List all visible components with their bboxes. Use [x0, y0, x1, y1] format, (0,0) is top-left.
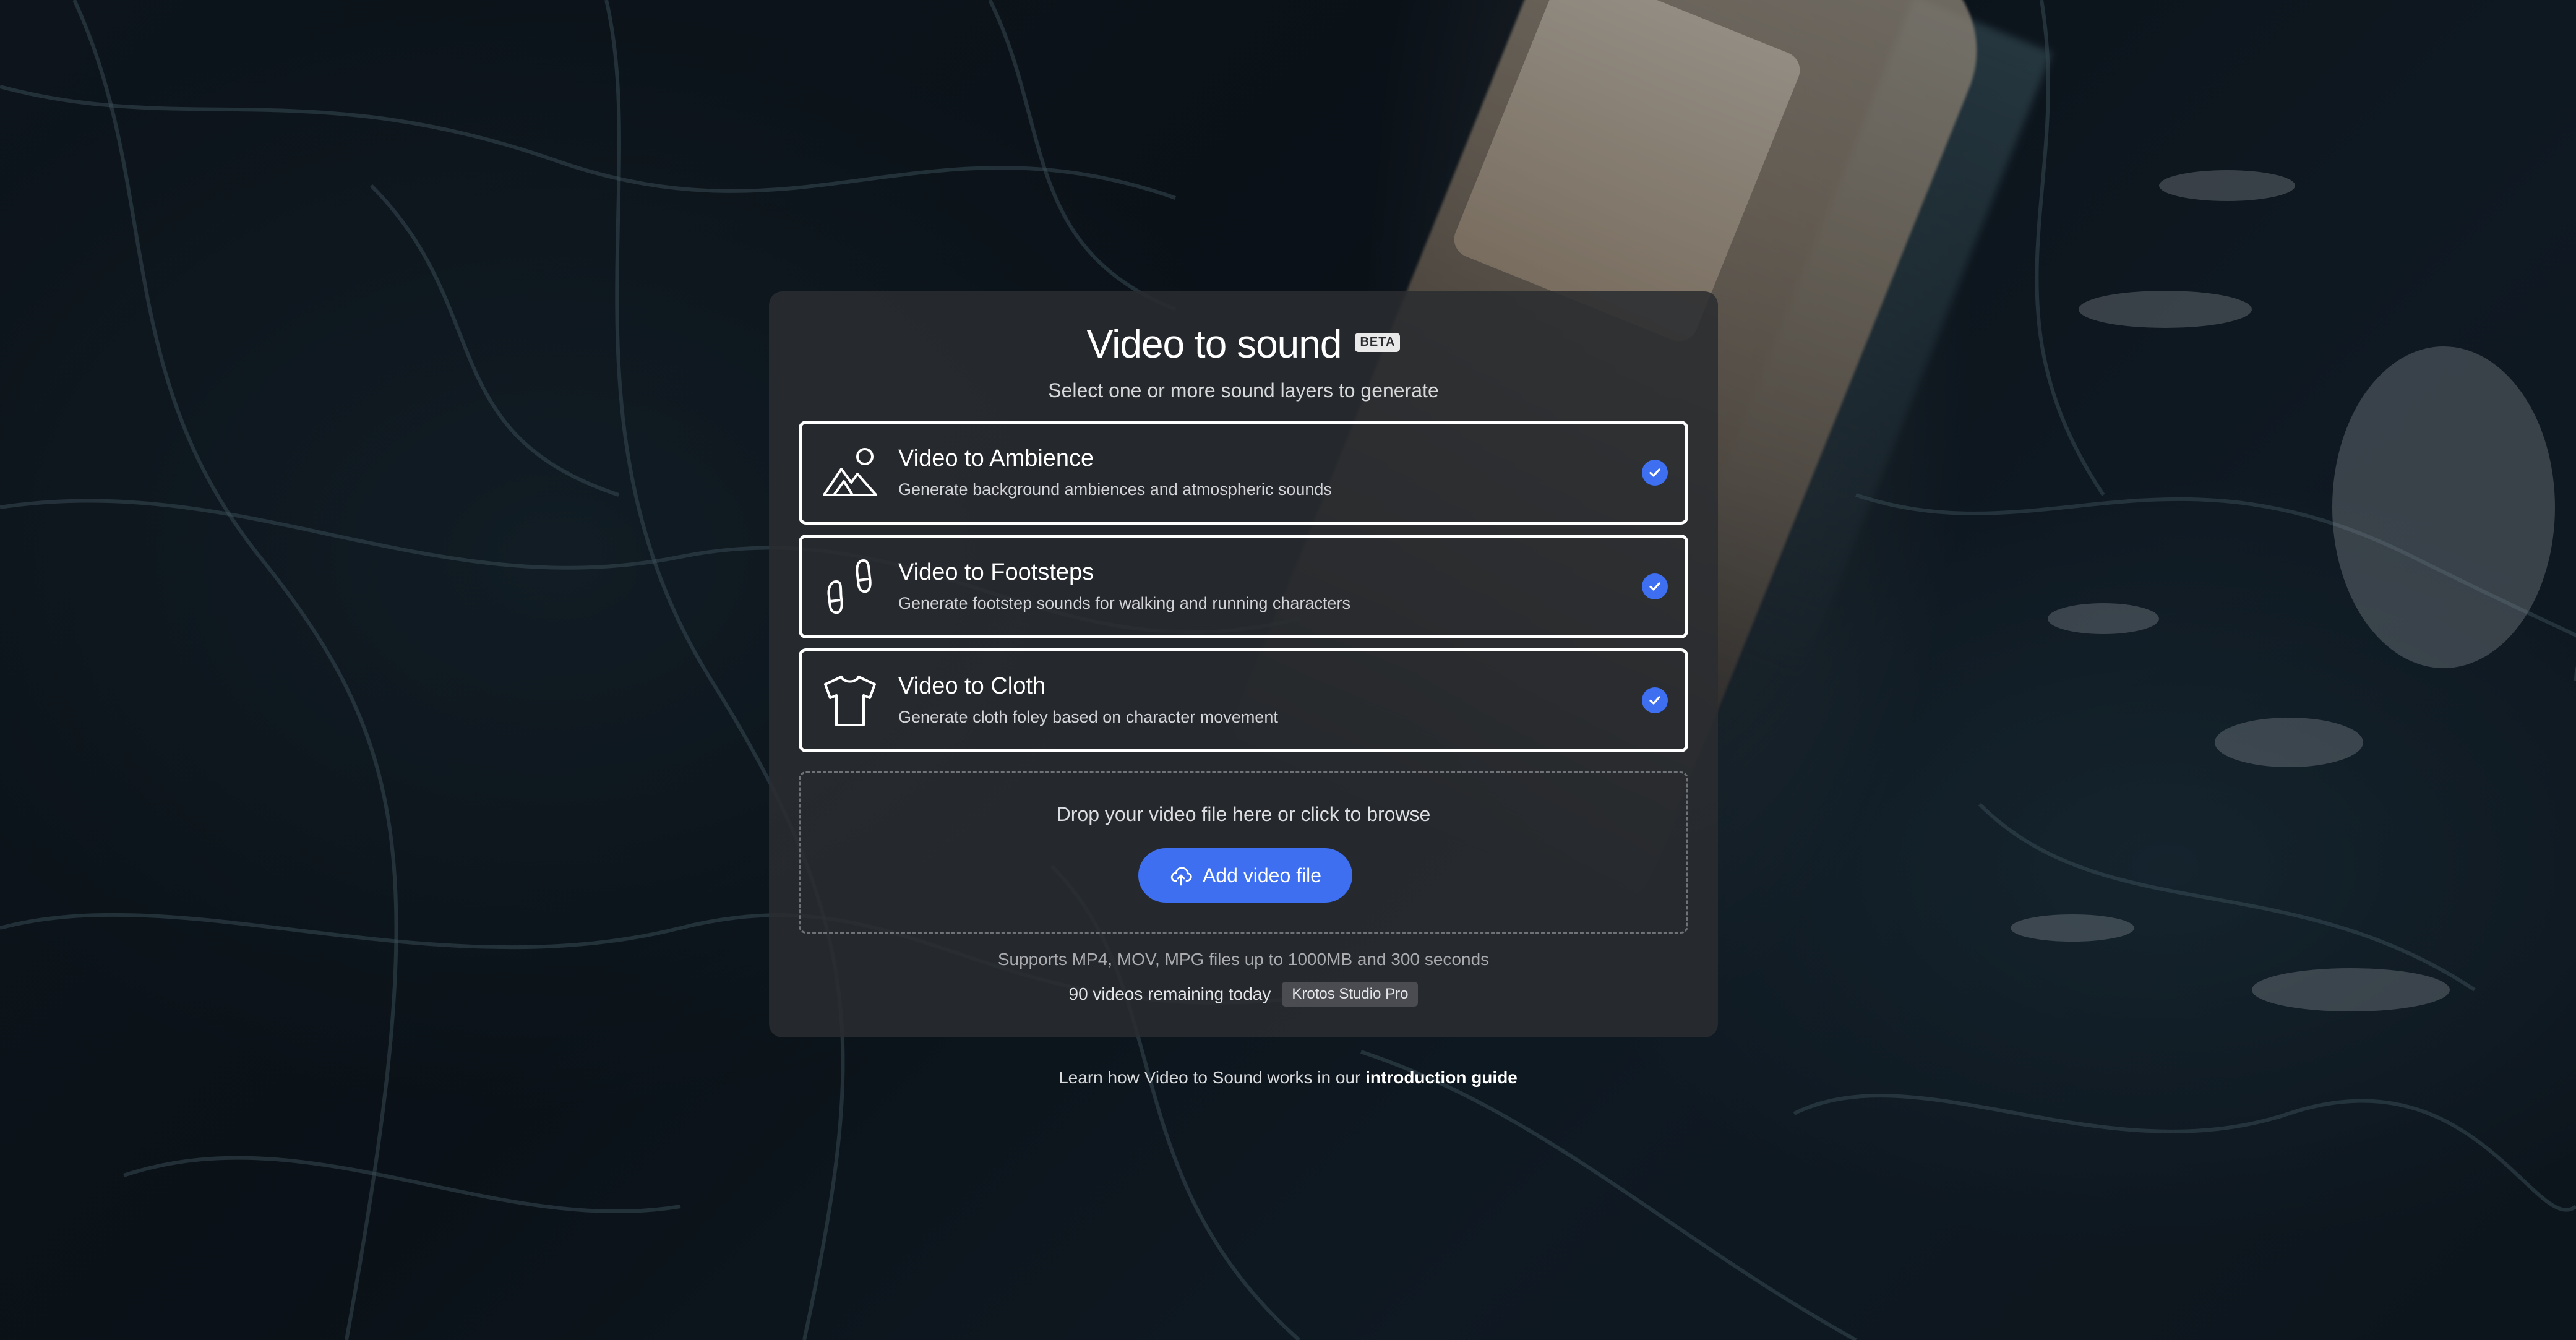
- option-description: Generate background ambiences and atmosp…: [898, 480, 1332, 499]
- page-title: Video to sound: [1086, 322, 1342, 366]
- option-title: Video to Ambience: [898, 445, 1094, 471]
- learn-more-text: Learn how Video to Sound works in our in…: [0, 1068, 2576, 1088]
- usage-row: 90 videos remaining today Krotos Studio …: [769, 982, 1718, 1007]
- introduction-guide-link[interactable]: introduction guide: [1365, 1068, 1518, 1087]
- videos-remaining-text: 90 videos remaining today: [1068, 984, 1271, 1003]
- cloud-upload-icon: [1170, 867, 1192, 886]
- supported-formats-text: Supports MP4, MOV, MPG files up to 1000M…: [997, 950, 1490, 969]
- add-video-file-button[interactable]: Add video file: [1138, 848, 1352, 903]
- add-video-file-label: Add video file: [1202, 864, 1322, 887]
- footprints-icon: [827, 559, 872, 614]
- option-video-to-footsteps[interactable]: Video to Footsteps Generate footstep sou…: [799, 535, 1688, 638]
- page-subtitle: Select one or more sound layers to gener…: [1048, 379, 1439, 402]
- learn-more-prefix: Learn how Video to Sound works in our: [1058, 1068, 1366, 1087]
- checkmark-icon[interactable]: [1642, 573, 1668, 599]
- title-row: Video to sound BETA: [769, 316, 1718, 372]
- option-description: Generate footstep sounds for walking and…: [898, 594, 1350, 612]
- option-video-to-ambience[interactable]: Video to Ambience Generate background am…: [799, 421, 1688, 525]
- tshirt-icon: [824, 676, 876, 726]
- beta-badge: BETA: [1355, 332, 1401, 352]
- video-dropzone[interactable]: Drop your video file here or click to br…: [799, 771, 1688, 934]
- mountain-sun-icon: [823, 448, 877, 496]
- checkmark-icon[interactable]: [1642, 460, 1668, 486]
- checkmark-icon[interactable]: [1642, 687, 1668, 713]
- option-description: Generate cloth foley based on character …: [898, 708, 1278, 726]
- video-to-sound-panel: Video to sound BETA Select one or more s…: [769, 291, 1718, 1037]
- option-title: Video to Cloth: [898, 673, 1046, 699]
- option-title: Video to Footsteps: [898, 559, 1094, 585]
- option-video-to-cloth[interactable]: Video to Cloth Generate cloth foley base…: [799, 648, 1688, 752]
- plan-badge: Krotos Studio Pro: [1282, 982, 1419, 1007]
- dropzone-text: Drop your video file here or click to br…: [1056, 803, 1431, 825]
